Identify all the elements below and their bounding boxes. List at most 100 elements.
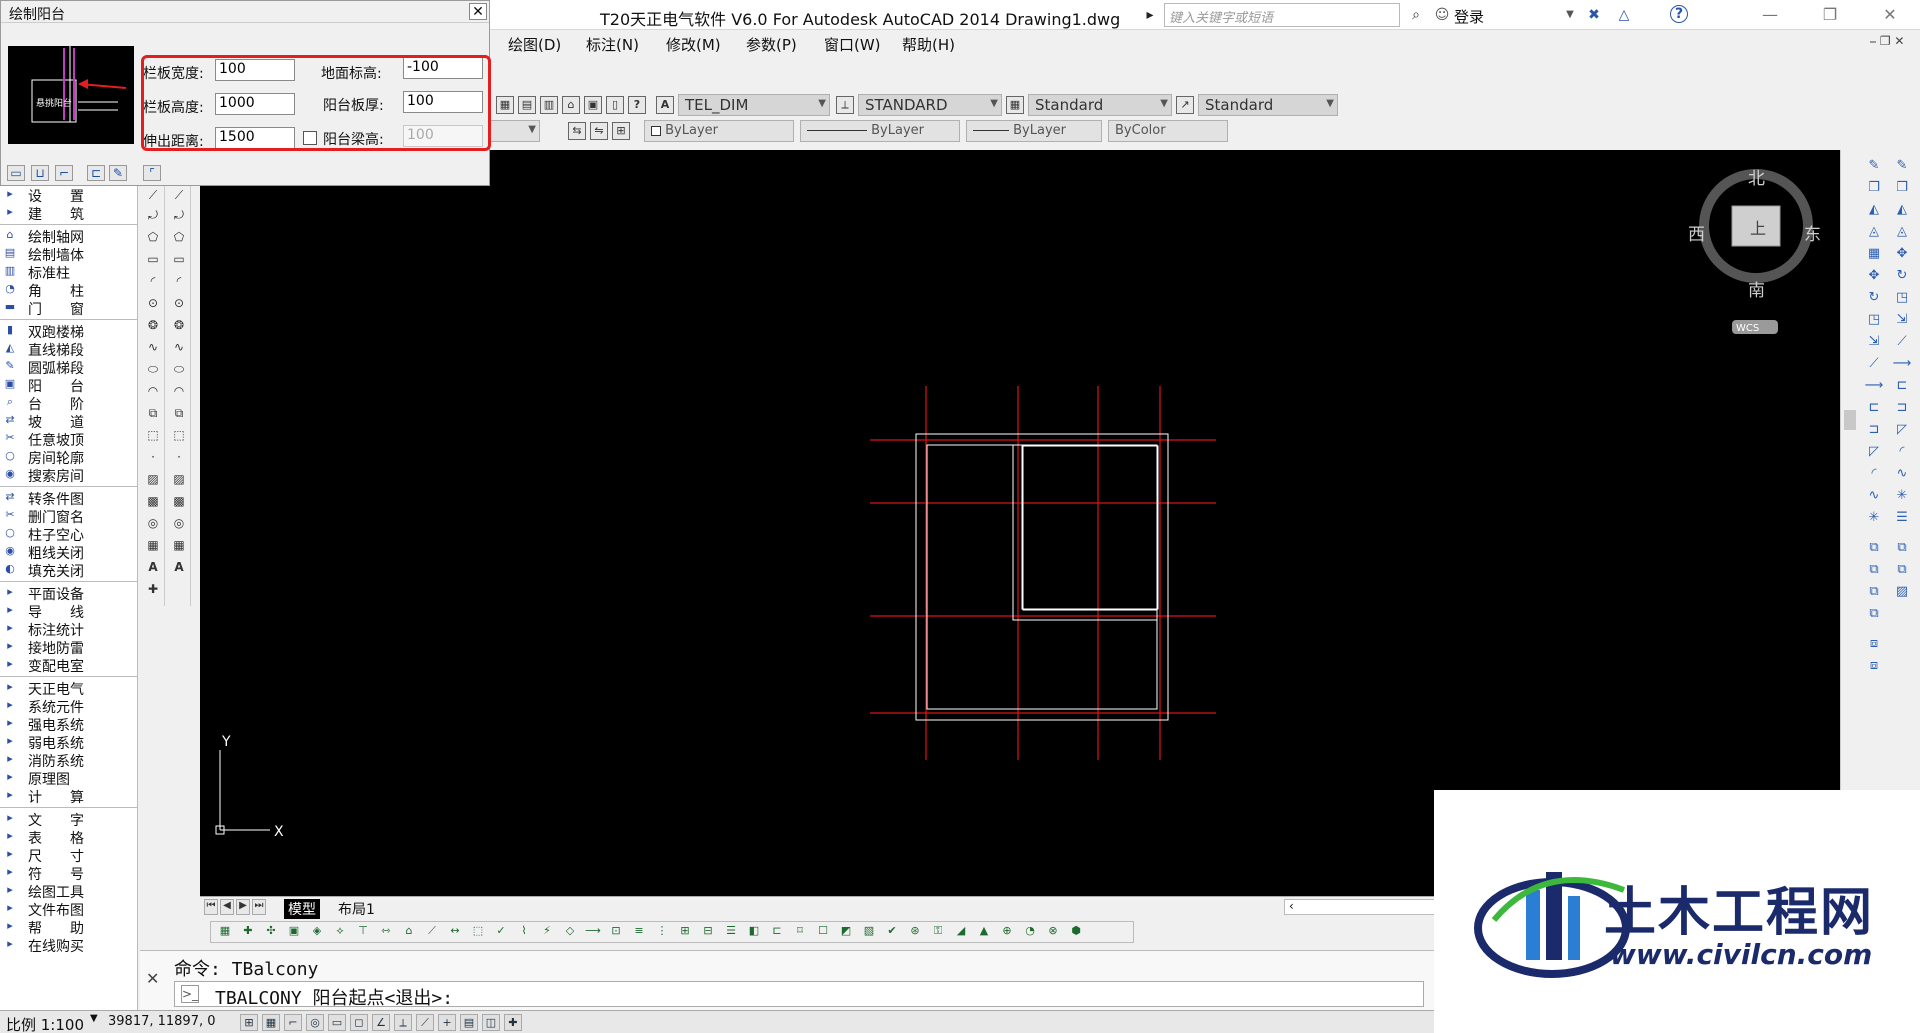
toolbar-icon-2[interactable]: ▤ (518, 96, 536, 114)
panel-item[interactable]: ✎ 圆弧梯段 (0, 358, 138, 377)
linetype-select[interactable]: ByLayer (800, 120, 960, 142)
hatch-icon[interactable]: ▨ (170, 472, 188, 490)
tz-tool-icon[interactable]: ⚡ (539, 924, 555, 940)
pline-icon[interactable]: ⤾ (170, 208, 188, 226)
help-button[interactable]: ? (1670, 5, 1688, 23)
panel-item[interactable]: ▸ 建 筑 (0, 204, 138, 223)
a360-icon[interactable]: △ (1614, 5, 1634, 25)
mtext-icon[interactable]: A (144, 560, 162, 578)
move-icon[interactable]: ✥ (1892, 246, 1912, 264)
trim-icon[interactable]: ⟋ (1892, 334, 1912, 352)
scroll-thumb[interactable] (1844, 410, 1856, 430)
region-icon[interactable]: ◎ (144, 516, 162, 534)
chevron-down-icon[interactable]: ▼ (90, 1013, 98, 1024)
dim-style-icon[interactable]: ⟂ (836, 96, 854, 114)
status-toggle-icon[interactable]: ▤ (460, 1014, 478, 1031)
draworder-icon[interactable]: ⧉ (1864, 540, 1884, 558)
status-toggle-icon[interactable]: ◫ (482, 1014, 500, 1031)
layer-prev-icon[interactable]: ⇆ (568, 122, 586, 140)
mleader-style-select[interactable]: Standard ▼ (1198, 94, 1338, 116)
circle-icon[interactable]: ⊙ (170, 296, 188, 314)
menu-modify[interactable]: 修改(M) (666, 34, 721, 55)
tz-tool-icon[interactable]: ▧ (861, 924, 877, 940)
panel-item[interactable]: ⇄ 坡 道 (0, 412, 138, 431)
command-prompt-icon[interactable]: >_ (181, 985, 199, 1003)
erase-icon[interactable]: ✎ (1864, 158, 1884, 176)
rectangle-icon[interactable]: ▭ (144, 252, 162, 270)
table-style-icon[interactable]: ▦ (1006, 96, 1024, 114)
hatch-icon[interactable]: ▨ (144, 472, 162, 490)
tz-tool-icon[interactable]: ⇿ (378, 924, 394, 940)
viewcube-west[interactable]: 西 (1688, 225, 1705, 245)
arc-icon[interactable]: ◜ (170, 274, 188, 292)
extend-icon[interactable]: ⟶ (1864, 378, 1884, 396)
panel-item[interactable]: ▸ 绘图工具 (0, 882, 138, 901)
balcony-type-straight-icon[interactable]: ▭ (7, 165, 25, 181)
explode-icon[interactable]: ✳ (1864, 510, 1884, 528)
panel-item[interactable]: ▸ 尺 寸 (0, 846, 138, 865)
panel-item[interactable]: ○ 柱子空心 (0, 525, 138, 544)
polygon-icon[interactable]: ⬠ (170, 230, 188, 248)
status-toggle-icon[interactable]: ⌐ (284, 1014, 302, 1031)
trim-icon[interactable]: ⟋ (1864, 356, 1884, 374)
help-icon[interactable]: ? (628, 96, 646, 114)
tz-tool-icon[interactable]: ☰ (723, 924, 739, 940)
lineweight-select[interactable]: ByLayer (966, 120, 1102, 142)
chamfer-icon[interactable]: ◸ (1892, 422, 1912, 440)
viewcube[interactable]: 上 北 南 东 西 WCS (1688, 169, 1821, 334)
scale-icon[interactable]: ◳ (1864, 312, 1884, 330)
stretch-icon[interactable]: ⇲ (1892, 312, 1912, 330)
tz-tool-icon[interactable]: ✚ (240, 924, 256, 940)
mirror-icon[interactable]: ◭ (1864, 202, 1884, 220)
dialog-close-button[interactable]: ✕ (469, 3, 487, 20)
insert-block-icon[interactable]: ⧉ (144, 406, 162, 424)
status-toggle-icon[interactable]: ⊞ (240, 1014, 258, 1031)
doc-window-controls[interactable]: ⎯ ❐ ✕ (1870, 34, 1904, 49)
point-icon[interactable]: · (170, 450, 188, 468)
ellipse-arc-icon[interactable]: ◠ (170, 384, 188, 402)
toolbar-icon-3[interactable]: ▥ (540, 96, 558, 114)
insert-block-icon[interactable]: ⧉ (170, 406, 188, 424)
table-icon[interactable]: ▦ (170, 538, 188, 556)
mirror-icon[interactable]: ◭ (1892, 202, 1912, 220)
tz-tool-icon[interactable]: ▣ (286, 924, 302, 940)
region-icon[interactable]: ◎ (170, 516, 188, 534)
tz-tool-icon[interactable]: ⊤ (355, 924, 371, 940)
tz-tool-icon[interactable]: ◔ (1022, 924, 1038, 940)
circle-icon[interactable]: ⊙ (144, 296, 162, 314)
panel-item[interactable]: ▸ 符 号 (0, 864, 138, 883)
extend-icon[interactable]: ⟶ (1892, 356, 1912, 374)
copy-icon[interactable]: ❐ (1892, 180, 1912, 198)
menu-window[interactable]: 窗口(W) (824, 34, 881, 55)
draworder-icon[interactable]: ⧉ (1864, 562, 1884, 580)
balcony-type-pick-icon[interactable]: ✎ (109, 165, 127, 181)
hatch-edit-icon[interactable]: ▨ (1892, 584, 1912, 602)
menu-dimension[interactable]: 标注(N) (586, 34, 639, 55)
dialog-title-bar[interactable]: 绘制阳台 ✕ (1, 1, 489, 23)
blend-icon[interactable]: ∿ (1864, 488, 1884, 506)
panel-item[interactable]: ▸ 计 算 (0, 787, 138, 806)
make-block-icon[interactable]: ⬚ (170, 428, 188, 446)
panel-item[interactable]: ▸ 标注统计 (0, 620, 138, 639)
status-toggle-icon[interactable]: ⟋ (416, 1014, 434, 1031)
panel-item[interactable]: ▤ 绘制墙体 (0, 245, 138, 264)
tab-layout1[interactable]: 布局1 (338, 899, 375, 919)
tz-tool-icon[interactable]: ⊟ (700, 924, 716, 940)
panel-item[interactable]: ▸ 天正电气 (0, 679, 138, 698)
drawing-canvas[interactable]: Y X 上 北 南 东 西 WCS (200, 150, 1840, 896)
scroll-left-icon[interactable]: ‹ (1289, 899, 1294, 913)
scale-selector[interactable]: 比例 1:100 (6, 1014, 84, 1033)
panel-item[interactable]: ▸ 在线购买 (0, 936, 138, 955)
point-icon[interactable]: · (144, 450, 162, 468)
panel-item[interactable]: ⇄ 转条件图 (0, 489, 138, 508)
toolbar-icon-5[interactable]: ▣ (584, 96, 602, 114)
panel-item[interactable]: ▸ 表 格 (0, 828, 138, 847)
layer-iso-icon[interactable]: ⊞ (612, 122, 630, 140)
line-icon[interactable]: ⟋ (170, 188, 188, 206)
text-style-icon[interactable]: A (656, 96, 674, 114)
toolbar-icon-4[interactable]: ⌂ (562, 96, 580, 114)
join-icon[interactable]: ⊐ (1892, 400, 1912, 418)
draworder-icon[interactable]: ⧉ (1892, 562, 1912, 580)
rotate-icon[interactable]: ↻ (1892, 268, 1912, 286)
panel-item[interactable]: ◉ 粗线关闭 (0, 543, 138, 562)
